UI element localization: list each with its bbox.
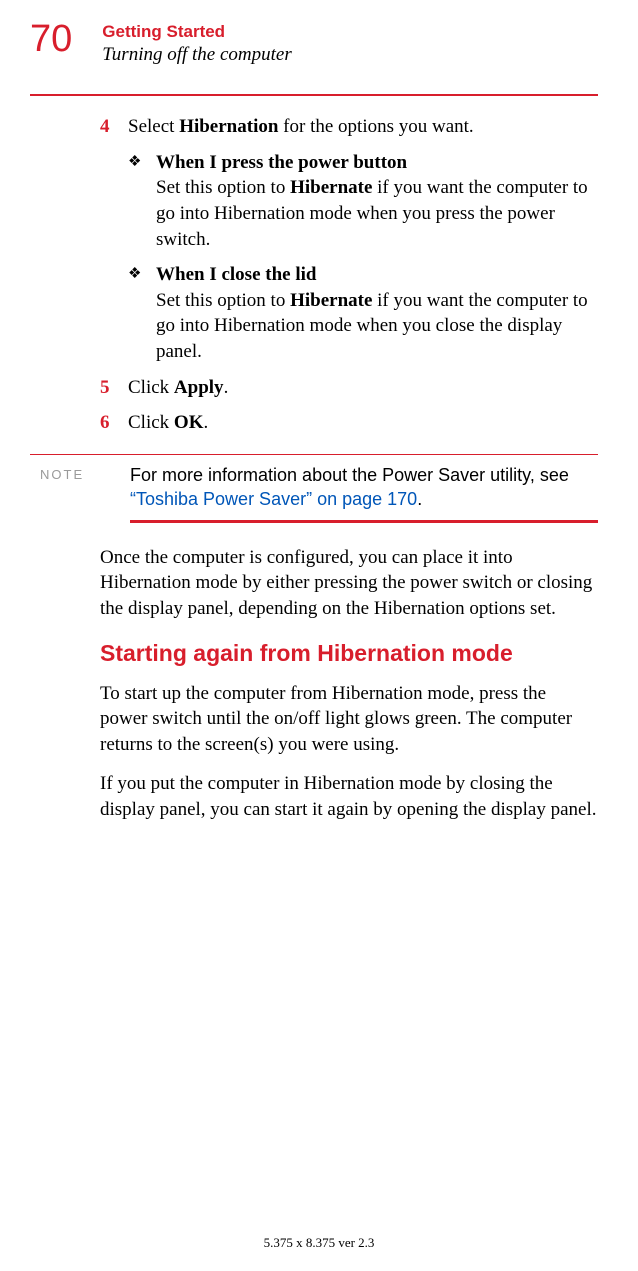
step-5: 5 Click Apply. [100,375,598,401]
text: . [417,489,422,509]
step-number: 6 [100,410,128,436]
footer-text: 5.375 x 8.375 ver 2.3 [0,1235,638,1251]
note-top-rule [30,454,598,455]
text: . [203,412,208,433]
text: Select [128,116,179,137]
note-link[interactable]: “Toshiba Power Saver” on page 170 [130,489,417,509]
step-text: Click OK. [128,410,598,436]
text: For more information about the Power Sav… [130,465,569,485]
bold-text: Hibernate [290,290,372,311]
subheading: Starting again from Hibernation mode [100,640,598,667]
page-number: 70 [30,20,72,58]
paragraph: Once the computer is configured, you can… [100,545,598,622]
step-4: 4 Select Hibernation for the options you… [100,114,598,140]
bold-text: OK [174,412,204,433]
bullet-body: When I press the power button Set this o… [156,150,598,253]
note-block: NOTE For more information about the Powe… [30,463,598,512]
bold-text: Hibernate [290,177,372,198]
bullet-item: ❖ When I press the power button Set this… [128,150,598,253]
text: Click [128,377,174,398]
header-rule [30,94,598,96]
bullet-item: ❖ When I close the lid Set this option t… [128,262,598,365]
paragraph: If you put the computer in Hibernation m… [100,771,598,822]
section-title: Turning off the computer [102,44,291,66]
step-number: 5 [100,375,128,401]
step-number: 4 [100,114,128,140]
paragraph: To start up the computer from Hibernatio… [100,681,598,758]
page-header: 70 Getting Started Turning off the compu… [30,20,598,66]
main-content: 4 Select Hibernation for the options you… [100,114,598,436]
step-6: 6 Click OK. [100,410,598,436]
note-label: NOTE [30,463,130,482]
bullet-icon: ❖ [128,262,156,365]
bullet-icon: ❖ [128,150,156,253]
header-titles: Getting Started Turning off the computer [102,20,291,66]
bullet-body: When I close the lid Set this option to … [156,262,598,365]
text: for the options you want. [278,116,473,137]
text: Set this option to [156,290,290,311]
note-bottom-rule [130,520,598,523]
bullet-title: When I press the power button [156,152,407,173]
text: Click [128,412,174,433]
text: . [224,377,229,398]
bold-text: Apply [174,377,224,398]
bold-text: Hibernation [179,116,278,137]
step-text: Select Hibernation for the options you w… [128,114,598,140]
bullet-title: When I close the lid [156,264,316,285]
step-text: Click Apply. [128,375,598,401]
note-text: For more information about the Power Sav… [130,463,598,512]
text: Set this option to [156,177,290,198]
body-content: Once the computer is configured, you can… [100,545,598,823]
chapter-title: Getting Started [102,22,291,42]
